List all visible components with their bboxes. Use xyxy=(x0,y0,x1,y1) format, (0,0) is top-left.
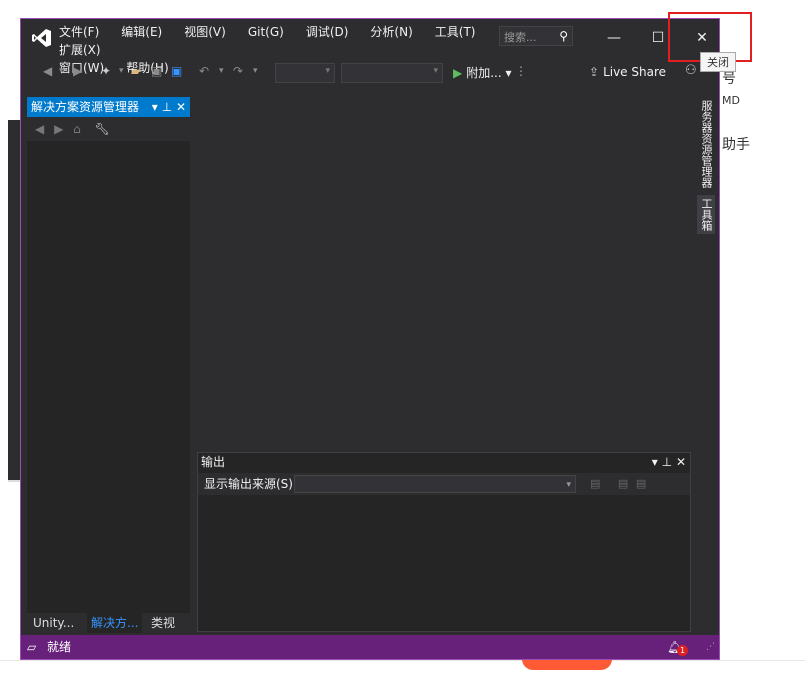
background-divider xyxy=(0,660,805,661)
dropdown-icon[interactable]: ▾ xyxy=(652,455,658,469)
close-tooltip: 关闭 xyxy=(700,52,736,72)
attach-button[interactable]: ▶ 附加... ▾ xyxy=(453,64,512,81)
status-icon: ▱ xyxy=(27,640,37,654)
live-share-button[interactable]: ⇪ Live Share xyxy=(589,65,666,79)
output-toolbar: 显示输出来源(S): ▾ ▤ ▤ ▤ xyxy=(198,473,690,495)
save-icon[interactable]: ▣ xyxy=(151,64,162,78)
solution-explorer-toolbar: ◀ ▶ ⌂ 🔧︎ xyxy=(27,117,190,141)
status-bar: ▱ 就绪 🔔︎ 1 ⋰ xyxy=(21,635,719,659)
new-project-icon[interactable]: ✦ xyxy=(101,64,111,78)
visual-studio-logo-icon xyxy=(32,29,51,47)
search-icon: ⚲ xyxy=(559,29,568,43)
menu-extensions[interactable]: 扩展(X) xyxy=(57,41,103,59)
toolbar-overflow-icon[interactable]: ⋮ xyxy=(515,64,527,78)
attach-label: 附加... xyxy=(466,66,502,80)
solution-explorer-header: 解决方案资源管理器 ▾ ⊥ ✕ xyxy=(27,97,190,117)
menu-git[interactable]: Git(G) xyxy=(246,23,286,41)
background-panel xyxy=(8,120,20,480)
visual-studio-window: 文件(F) 编辑(E) 视图(V) Git(G) 调试(D) 分析(N) 工具(T) 扩展(X… xyxy=(20,18,720,660)
menu-analyze[interactable]: 分析(N) xyxy=(368,23,414,41)
live-share-label: Live Share xyxy=(603,65,667,79)
chevron-down-icon: ▾ xyxy=(325,66,330,76)
status-text: 就绪 xyxy=(47,640,72,654)
close-panel-icon[interactable]: ✕ xyxy=(676,455,686,469)
dropdown-icon[interactable]: ▾ xyxy=(152,100,158,114)
close-panel-icon[interactable]: ✕ xyxy=(176,100,186,114)
play-icon: ▶ xyxy=(453,66,463,80)
undo-icon[interactable]: ↶ xyxy=(199,64,209,78)
solution-configuration-dropdown[interactable]: ▾ xyxy=(275,63,335,83)
forward-icon[interactable]: ▶ xyxy=(73,64,82,78)
solution-explorer-tabs: Unity... 解决方... 类视图 xyxy=(27,613,190,650)
side-tabs: 服务器资源管理器 工具箱 xyxy=(697,97,715,238)
output-source-select[interactable]: ▾ xyxy=(294,475,576,493)
output-header: 输出 ▾ ⊥ ✕ xyxy=(198,453,690,471)
menu-debug[interactable]: 调试(D) xyxy=(304,23,351,41)
output-tools: ▤ ▤ ▤ xyxy=(590,473,646,495)
redo-icon[interactable]: ↷ xyxy=(233,64,243,78)
home-icon[interactable]: ⌂ xyxy=(73,122,81,136)
tab-server-explorer[interactable]: 服务器资源管理器 xyxy=(697,97,715,191)
panel-controls: ▾ ⊥ ✕ xyxy=(152,97,186,117)
back-icon[interactable]: ◀ xyxy=(43,64,52,78)
solution-explorer-title: 解决方案资源管理器 xyxy=(31,100,140,114)
menu-file[interactable]: 文件(F) xyxy=(57,23,101,41)
search-box[interactable]: 搜索... ⚲ xyxy=(499,26,573,46)
resize-grip-icon[interactable]: ⋰ xyxy=(706,635,715,659)
background-text: 助手 xyxy=(722,137,750,153)
clear-all-icon[interactable]: ▤ xyxy=(618,477,628,490)
panel-controls: ▾ ⊥ ✕ xyxy=(652,453,686,471)
find-message-icon[interactable]: ▤ xyxy=(590,477,600,490)
menu-tools[interactable]: 工具(T) xyxy=(433,23,478,41)
share-icon: ⇪ xyxy=(589,65,600,79)
search-placeholder: 搜索... xyxy=(504,31,537,44)
output-title: 输出 xyxy=(201,455,226,469)
forward-icon[interactable]: ▶ xyxy=(54,122,63,136)
menu-view[interactable]: 视图(V) xyxy=(182,23,228,41)
solution-platform-dropdown[interactable]: ▾ xyxy=(341,63,443,83)
back-icon[interactable]: ◀ xyxy=(35,122,44,136)
wrench-icon[interactable]: 🔧︎ xyxy=(95,122,110,136)
save-all-icon[interactable]: ▣ xyxy=(171,64,182,78)
word-wrap-icon[interactable]: ▤ xyxy=(636,477,646,490)
output-source-label: 显示输出来源(S): xyxy=(204,477,298,491)
open-folder-icon[interactable]: ▰ xyxy=(131,64,140,78)
tab-toolbox[interactable]: 工具箱 xyxy=(697,195,715,234)
account-icon[interactable]: ⚇ xyxy=(685,63,697,78)
new-dropdown-icon[interactable]: ▾ xyxy=(119,66,124,76)
output-panel: 输出 ▾ ⊥ ✕ 显示输出来源(S): ▾ ▤ ▤ ▤ xyxy=(197,452,691,632)
back-dropdown-icon[interactable]: ▾ xyxy=(59,66,64,76)
minimize-button[interactable]: — xyxy=(592,24,636,52)
solution-explorer-panel: 解决方案资源管理器 ▾ ⊥ ✕ ◀ ▶ ⌂ 🔧︎ Unity... 解决方...… xyxy=(27,97,190,650)
notification-badge: 1 xyxy=(677,645,688,656)
chevron-down-icon: ▾ xyxy=(566,480,571,490)
background-text: MD xyxy=(722,94,740,107)
background-divider xyxy=(8,480,20,482)
menu-edit[interactable]: 编辑(E) xyxy=(119,23,164,41)
chevron-down-icon: ▾ xyxy=(433,66,438,76)
pin-icon[interactable]: ⊥ xyxy=(662,455,672,469)
pin-icon[interactable]: ⊥ xyxy=(162,100,172,114)
undo-dropdown-icon[interactable]: ▾ xyxy=(219,66,224,76)
tab-solution-explorer[interactable]: 解决方... xyxy=(87,613,143,633)
toolbar: ◀ ▾ ▶ ✦ ▾ ▰ ▣ ▣ ↶ ▾ ↷ ▾ ▾ ▾ ▶ 附加... ▾ ⋮ ⇪… xyxy=(21,61,719,85)
tab-unity[interactable]: Unity... xyxy=(29,613,78,633)
redo-dropdown-icon[interactable]: ▾ xyxy=(253,66,258,76)
